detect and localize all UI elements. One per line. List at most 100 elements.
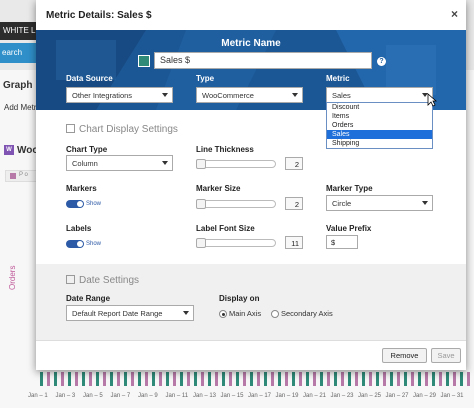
marker-type-select[interactable]: Circle (326, 195, 433, 211)
data-source-label: Data Source (66, 74, 113, 83)
background-bar (390, 372, 393, 386)
help-icon[interactable]: ? (377, 57, 386, 66)
background-bar (138, 372, 141, 386)
marker-type-label: Marker Type (326, 184, 373, 193)
background-bar (453, 372, 456, 386)
labels-toggle-label: Show (86, 241, 102, 247)
date-range-select[interactable]: Default Report Date Range (66, 305, 194, 321)
markers-label: Markers (66, 184, 97, 193)
metric-option-shipping[interactable]: Shipping (327, 139, 432, 148)
background-bar (348, 372, 351, 386)
background-chart-bars (40, 372, 474, 386)
x-axis-tick-label: Jan – 23 (330, 393, 354, 399)
x-axis-tick-label: Jan – 17 (248, 393, 272, 399)
chevron-down-icon (183, 311, 189, 315)
chart-legend: P o (5, 170, 37, 182)
metric-option-orders[interactable]: Orders (327, 121, 432, 130)
background-bar (383, 372, 386, 386)
markers-toggle[interactable] (66, 200, 84, 208)
modal-title: Metric Details: Sales $ (46, 10, 152, 21)
type-value: WooCommerce (202, 91, 254, 100)
line-thickness-slider[interactable] (196, 160, 276, 168)
value-prefix-input[interactable]: $ (326, 235, 358, 249)
modal-header: Metric Details: Sales $ × (36, 0, 466, 30)
add-metric-link[interactable]: Add Metr (4, 103, 36, 112)
date-settings: Date Settings Date Range Default Report … (36, 264, 466, 340)
value-prefix-label: Value Prefix (326, 224, 372, 233)
marker-size-value[interactable]: 2 (285, 197, 303, 210)
secondary-axis-radio[interactable] (271, 310, 279, 318)
close-icon[interactable]: × (451, 7, 458, 21)
background-bar (341, 372, 344, 386)
background-bar (145, 372, 148, 386)
x-axis-tick-label: Jan – 5 (83, 393, 103, 399)
metric-select[interactable]: Sales (326, 87, 433, 103)
white-label-button[interactable]: WHITE L (0, 22, 40, 40)
data-source-select[interactable]: Other Integrations (66, 87, 173, 103)
background-bar (96, 372, 99, 386)
background-bar (75, 372, 78, 386)
background-bar (215, 372, 218, 386)
chevron-down-icon (422, 201, 428, 205)
date-range-value: Default Report Date Range (72, 309, 163, 318)
legend-text: P o (19, 172, 28, 178)
x-axis-tick-label: Jan – 29 (413, 393, 437, 399)
background-bar (432, 372, 435, 386)
save-button[interactable]: Save (431, 348, 461, 363)
secondary-axis-label: Secondary Axis (281, 309, 333, 318)
background-bar (313, 372, 316, 386)
chart-icon (66, 124, 75, 133)
x-axis-tick-label: Jan – 15 (220, 393, 244, 399)
marker-size-handle[interactable] (196, 199, 206, 209)
background-bar (418, 372, 421, 386)
label-font-size-handle[interactable] (196, 238, 206, 248)
chart-display-title-text: Chart Display Settings (79, 124, 178, 135)
metric-color-swatch[interactable] (138, 55, 150, 67)
date-settings-title-text: Date Settings (79, 275, 140, 286)
background-bar (131, 372, 134, 386)
metric-option-discount[interactable]: Discount (327, 103, 432, 112)
background-bar (271, 372, 274, 386)
x-axis-tick-label: Jan – 3 (55, 393, 76, 399)
type-select[interactable]: WooCommerce (196, 87, 303, 103)
background-bar (460, 372, 463, 386)
background-bar (355, 372, 358, 386)
chevron-down-icon (162, 93, 168, 97)
date-range-label: Date Range (66, 294, 111, 303)
main-axis-radio[interactable] (219, 310, 227, 318)
calendar-icon (66, 275, 75, 284)
x-axis-tick-label: Jan – 27 (385, 393, 409, 399)
x-axis-tick-label: Jan – 7 (110, 393, 131, 399)
background-bar (278, 372, 281, 386)
background-bar (334, 372, 337, 386)
label-font-size-slider[interactable] (196, 239, 276, 247)
metric-name-label: Metric Name (221, 38, 281, 49)
metric-name-input[interactable]: Sales $ (154, 52, 372, 69)
legend-swatch (10, 173, 16, 179)
background-bar (306, 372, 309, 386)
graph-heading: Graph (3, 80, 33, 91)
metric-value: Sales (332, 91, 351, 100)
line-thickness-handle[interactable] (196, 159, 206, 169)
background-bar (40, 372, 43, 386)
background-bar (194, 372, 197, 386)
labels-label: Labels (66, 224, 92, 233)
label-font-size-value[interactable]: 11 (285, 236, 303, 249)
metric-option-items[interactable]: Items (327, 112, 432, 121)
background-bar (124, 372, 127, 386)
chart-type-select[interactable]: Column (66, 155, 173, 171)
background-bar (411, 372, 414, 386)
x-axis-tick-label: Jan – 21 (303, 393, 327, 399)
labels-toggle[interactable] (66, 240, 84, 248)
marker-size-slider[interactable] (196, 200, 276, 208)
search-button[interactable]: earch (0, 43, 40, 63)
woocommerce-icon: W (4, 145, 14, 156)
line-thickness-value[interactable]: 2 (285, 157, 303, 170)
metric-option-sales[interactable]: Sales (327, 130, 432, 139)
remove-button[interactable]: Remove (382, 348, 427, 363)
background-bar (110, 372, 113, 386)
data-source-value: Other Integrations (72, 91, 133, 100)
background-bar (68, 372, 71, 386)
x-axis-tick-label: Jan – 19 (275, 393, 299, 399)
type-label: Type (196, 74, 215, 83)
